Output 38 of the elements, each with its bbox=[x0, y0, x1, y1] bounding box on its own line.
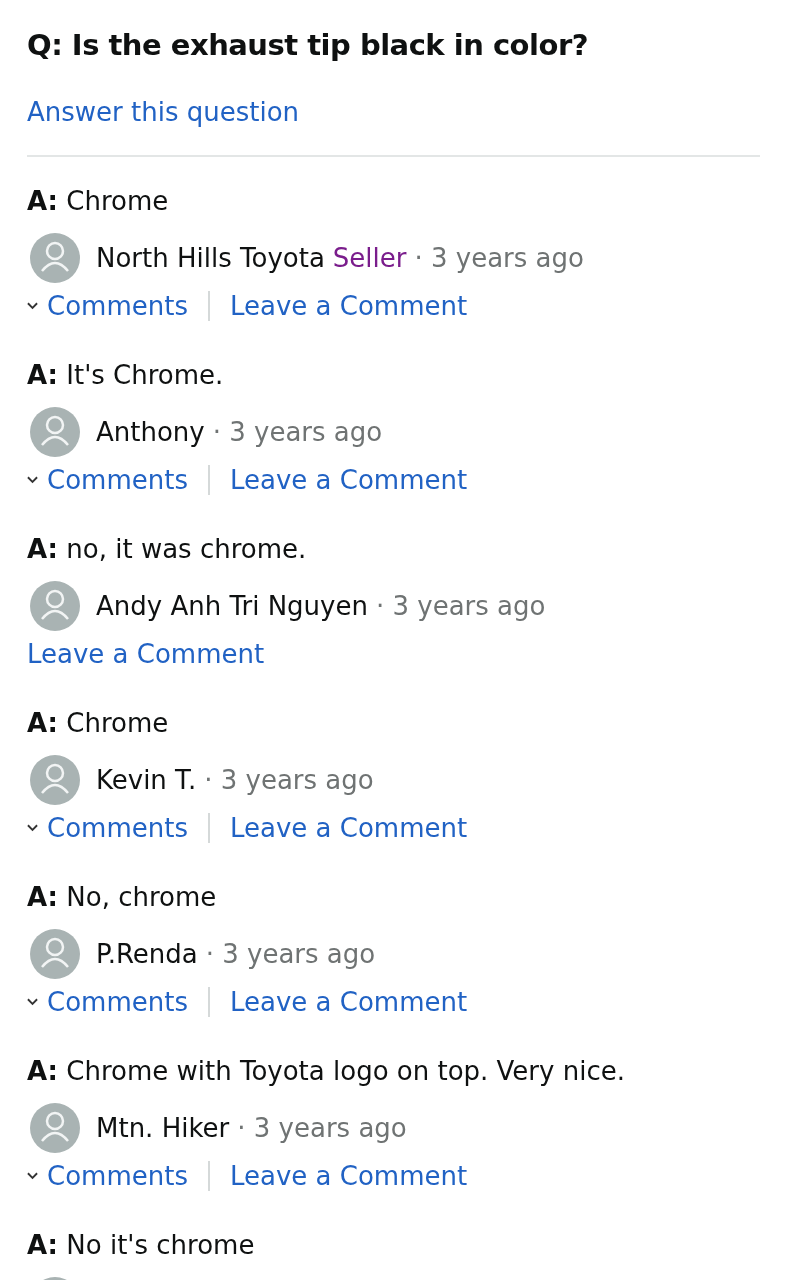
comments-link[interactable]: Comments bbox=[47, 1158, 188, 1194]
author-name: P.Renda bbox=[96, 939, 198, 969]
comments-link[interactable]: Comments bbox=[47, 984, 188, 1020]
answer-time: · 3 years ago bbox=[375, 591, 546, 621]
comments-link[interactable]: Comments bbox=[47, 810, 188, 846]
answer-time: · 3 years ago bbox=[205, 939, 376, 969]
leave-comment-link[interactable]: Leave a Comment bbox=[229, 462, 468, 498]
chevron-down-icon[interactable] bbox=[27, 1172, 38, 1180]
chevron-down-icon[interactable] bbox=[27, 302, 38, 310]
leave-comment-link[interactable]: Leave a Comment bbox=[27, 636, 265, 672]
answer-time: · 3 years ago bbox=[237, 1113, 407, 1143]
author-name: Mtn. Hiker bbox=[96, 1113, 230, 1143]
leave-comment-link[interactable]: Leave a Comment bbox=[229, 1158, 468, 1194]
answer-text: A: No, chrome bbox=[27, 881, 218, 914]
answer-text: A: Chrome with Toyota logo on top. Very nice. bbox=[27, 1055, 626, 1088]
author-name: Kevin T. bbox=[96, 765, 197, 795]
answer-question-link[interactable]: Answer this question bbox=[27, 94, 300, 130]
answer-time: · 3 years ago bbox=[212, 417, 383, 447]
answer-text: A: Chrome bbox=[27, 185, 170, 218]
answer-text: A: no, it was chrome. bbox=[27, 533, 308, 566]
comments-link[interactable]: Comments bbox=[47, 462, 188, 498]
seller-label: Seller bbox=[332, 243, 407, 273]
leave-comment-link[interactable]: Leave a Comment bbox=[229, 810, 468, 846]
answer-text: A: Chrome bbox=[27, 707, 170, 740]
answer-text: A: It's Chrome. bbox=[27, 359, 225, 392]
answer-text: A: No it's chrome bbox=[27, 1229, 256, 1262]
question-text: Q: Is the exhaust tip black in color? bbox=[27, 27, 589, 64]
author-name: Andy Anh Tri Nguyen bbox=[96, 591, 368, 621]
chevron-down-icon[interactable] bbox=[27, 998, 38, 1006]
author-name: Anthony bbox=[96, 417, 205, 447]
leave-comment-link[interactable]: Leave a Comment bbox=[229, 984, 468, 1020]
answer-time: · 3 years ago bbox=[414, 243, 584, 273]
leave-comment-link[interactable]: Leave a Comment bbox=[229, 288, 468, 324]
comments-link[interactable]: Comments bbox=[47, 288, 188, 324]
chevron-down-icon[interactable] bbox=[27, 824, 38, 832]
author-name: North Hills Toyota bbox=[96, 243, 325, 273]
chevron-down-icon[interactable] bbox=[27, 476, 38, 484]
answer-time: · 3 years ago bbox=[204, 765, 374, 795]
